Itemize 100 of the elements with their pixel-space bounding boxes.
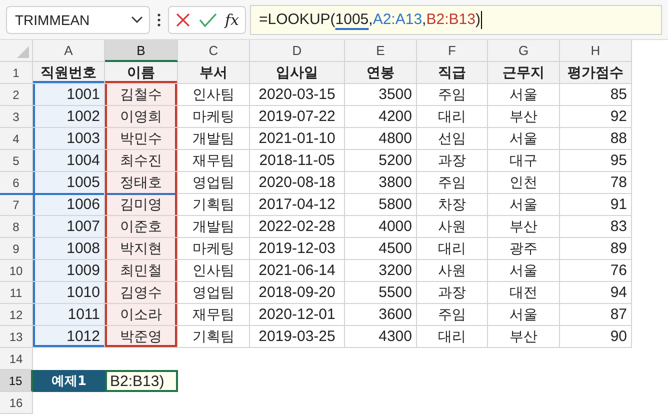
formula-field[interactable]: =LOOKUP(1005,A2:A13,B2:B13) — [250, 4, 662, 34]
table-cell: 2020-12-01 — [250, 304, 345, 326]
table-cell: 영업팀 — [178, 172, 250, 194]
row-header[interactable]: 8 — [0, 216, 33, 238]
table-cell: 4500 — [345, 238, 417, 260]
column-header[interactable]: H — [560, 40, 632, 62]
table-cell: 2021-06-14 — [250, 260, 345, 282]
row-header[interactable]: 1 — [0, 62, 33, 84]
table-cell: 인사팀 — [178, 260, 250, 282]
table-cell: 92 — [560, 106, 632, 128]
row-header[interactable]: 6 — [0, 172, 33, 194]
table-cell: 1001 — [33, 84, 105, 106]
table-cell: 1004 — [33, 150, 105, 172]
table-cell: 3500 — [345, 84, 417, 106]
table-cell: 주임 — [417, 172, 488, 194]
table-cell: 3600 — [345, 304, 417, 326]
table-cell: 88 — [560, 128, 632, 150]
table-cell: 과장 — [417, 150, 488, 172]
insert-function-button[interactable]: fx — [225, 10, 240, 28]
table-cell: 최수진 — [105, 150, 178, 172]
table-cell: 박지현 — [105, 238, 178, 260]
table-cell: 2017-04-12 — [250, 194, 345, 216]
table-cell: 2021-01-10 — [250, 128, 345, 150]
row-header[interactable]: 5 — [0, 150, 33, 172]
table-cell: 부산 — [488, 106, 560, 128]
table-cell: 1008 — [33, 238, 105, 260]
column-header[interactable]: A — [33, 40, 105, 62]
table-cell: 서울 — [488, 128, 560, 150]
table-cell: 마케팅 — [178, 238, 250, 260]
column-header[interactable]: F — [417, 40, 488, 62]
table-cell: 90 — [560, 326, 632, 348]
table-cell: 개발팀 — [178, 216, 250, 238]
table-cell: 4800 — [345, 128, 417, 150]
row-header[interactable]: 4 — [0, 128, 33, 150]
table-cell: 3800 — [345, 172, 417, 194]
table-cell: 5800 — [345, 194, 417, 216]
table-cell: 선임 — [417, 128, 488, 150]
cell-editor[interactable]: B2:B13) — [105, 370, 178, 392]
row-header[interactable]: 11 — [0, 282, 33, 304]
column-header[interactable]: E — [345, 40, 417, 62]
table-cell: 5200 — [345, 150, 417, 172]
table-cell: 사원 — [417, 260, 488, 282]
table-cell: 차장 — [417, 194, 488, 216]
table-cell: 영업팀 — [178, 282, 250, 304]
table-cell: 박준영 — [105, 326, 178, 348]
column-header[interactable]: D — [250, 40, 345, 62]
table-cell: 광주 — [488, 238, 560, 260]
table-cell: 인사팀 — [178, 84, 250, 106]
table-cell: 2020-03-15 — [250, 84, 345, 106]
row-header[interactable]: 14 — [0, 348, 33, 370]
column-header[interactable]: B — [105, 40, 178, 62]
name-box[interactable]: TRIMMEAN — [6, 6, 150, 34]
table-cell: 사원 — [417, 216, 488, 238]
table-cell: 마케팅 — [178, 106, 250, 128]
cancel-icon[interactable] — [175, 12, 191, 28]
table-cell: 83 — [560, 216, 632, 238]
row-header[interactable]: 15 — [0, 370, 33, 392]
row-header[interactable]: 7 — [0, 194, 33, 216]
table-cell: 2019-07-22 — [250, 106, 345, 128]
table-cell: 2020-08-18 — [250, 172, 345, 194]
table-cell: 정태호 — [105, 172, 178, 194]
table-cell: 주임 — [417, 84, 488, 106]
table-cell: 1011 — [33, 304, 105, 326]
row-header[interactable]: 10 — [0, 260, 33, 282]
table-cell: 대리 — [417, 238, 488, 260]
table-cell: 2018-09-20 — [250, 282, 345, 304]
row-header[interactable]: 2 — [0, 84, 33, 106]
table-cell: 1009 — [33, 260, 105, 282]
column-header[interactable]: C — [178, 40, 250, 62]
chevron-icon — [131, 16, 143, 24]
row-header[interactable]: 9 — [0, 238, 33, 260]
row-header[interactable]: 16 — [0, 392, 33, 414]
table-cell: 2019-12-03 — [250, 238, 345, 260]
row-header[interactable]: 13 — [0, 326, 33, 348]
table-cell: 2022-02-28 — [250, 216, 345, 238]
row-header[interactable]: 12 — [0, 304, 33, 326]
table-cell: 1003 — [33, 128, 105, 150]
column-header[interactable]: G — [488, 40, 560, 62]
table-cell: 서울 — [488, 194, 560, 216]
table-cell: 91 — [560, 194, 632, 216]
table-cell: 5500 — [345, 282, 417, 304]
check-icon[interactable] — [199, 12, 217, 28]
table-cell: 김미영 — [105, 194, 178, 216]
table-cell: 재무팀 — [178, 304, 250, 326]
table-cell: 1007 — [33, 216, 105, 238]
table-cell: 1010 — [33, 282, 105, 304]
row-header[interactable]: 3 — [0, 106, 33, 128]
table-cell: 1012 — [33, 326, 105, 348]
table-cell: 87 — [560, 304, 632, 326]
table-cell: 1002 — [33, 106, 105, 128]
table-cell: 94 — [560, 282, 632, 304]
header-cell: 입사일 — [250, 62, 345, 84]
example-label: 예제1 — [33, 370, 105, 392]
table-cell: 76 — [560, 260, 632, 282]
header-cell: 연봉 — [345, 62, 417, 84]
table-cell: 3200 — [345, 260, 417, 282]
table-cell: 김철수 — [105, 84, 178, 106]
table-cell: 85 — [560, 84, 632, 106]
table-cell: 과장 — [417, 282, 488, 304]
table-cell: 서울 — [488, 84, 560, 106]
